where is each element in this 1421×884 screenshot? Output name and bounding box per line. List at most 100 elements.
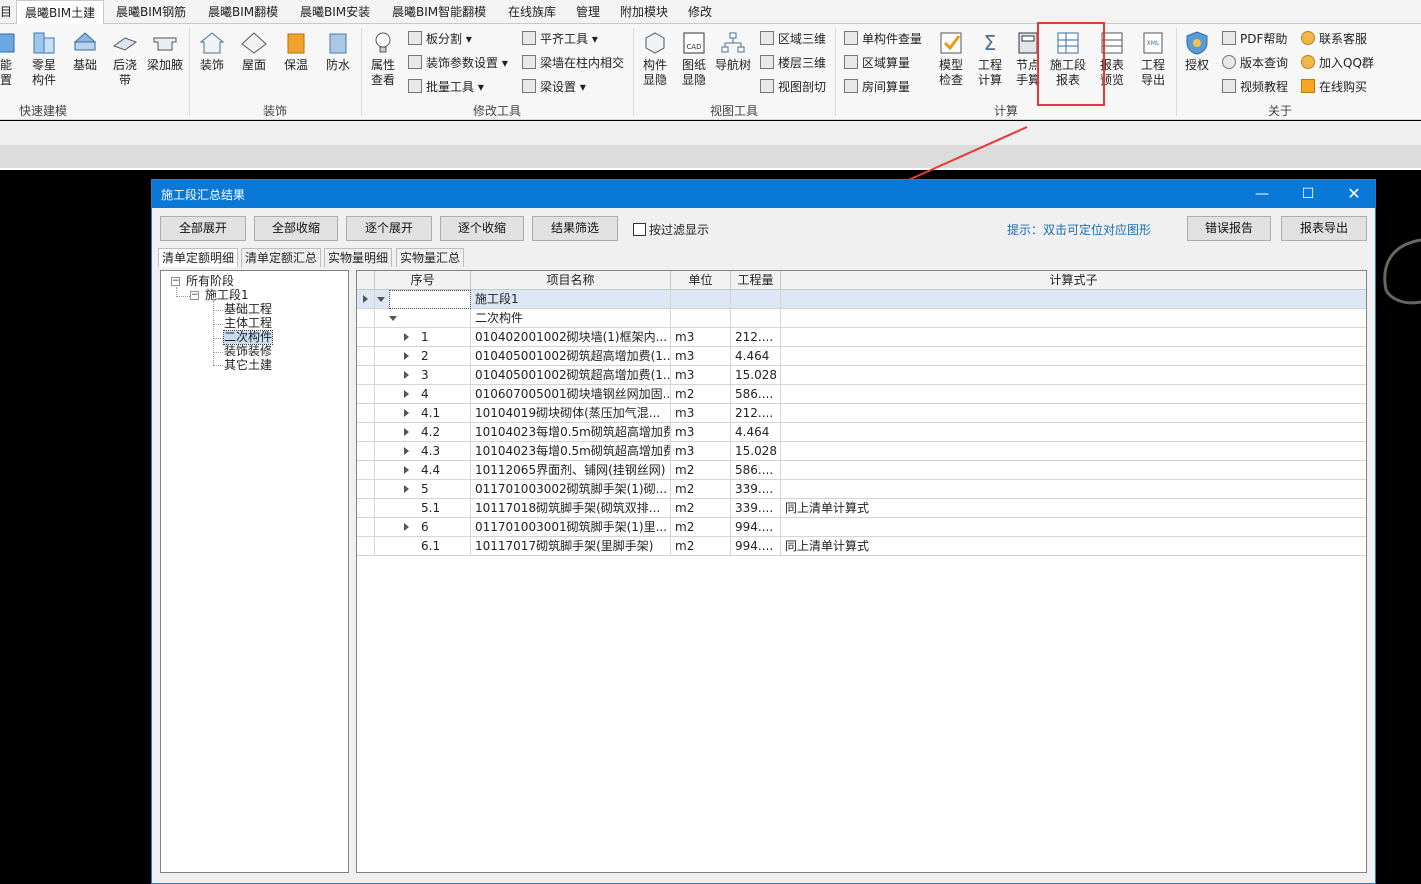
row-formula-cell[interactable] (781, 404, 1366, 423)
expand-caret-icon[interactable] (403, 328, 417, 347)
expand-caret-icon[interactable] (403, 366, 417, 385)
row-unit-cell[interactable]: m3 (671, 423, 731, 442)
row-unit-cell[interactable]: m2 (671, 480, 731, 499)
result-filter-button[interactable]: 结果筛选 (532, 216, 618, 241)
ribbon-tab-zuku[interactable]: 在线族库 (508, 0, 556, 24)
row-no-cell[interactable]: 2 (417, 347, 471, 366)
report-export-button[interactable]: 报表导出 (1281, 216, 1367, 241)
tree-node-root[interactable]: 所有阶段 (186, 275, 234, 288)
expand-caret-icon[interactable] (404, 371, 409, 379)
row-no-cell[interactable]: 3 (417, 366, 471, 385)
row-formula-cell[interactable] (781, 328, 1366, 347)
beam-haunch-button[interactable]: 梁加腋 (145, 30, 185, 73)
collapse-icon[interactable]: − (171, 277, 180, 286)
ribbon-tab-xiugai[interactable]: 修改 (688, 0, 712, 24)
expand-caret-icon[interactable] (404, 333, 409, 341)
beam-wall-intersect-button[interactable]: 梁墙在柱内相交 (522, 53, 624, 73)
table-row[interactable]: 1 010402001002砌块墙(1)框架内... m3 212.... (357, 328, 1366, 347)
row-unit-cell[interactable]: m3 (671, 366, 731, 385)
row-qty-cell[interactable]: 994.... (731, 518, 781, 537)
row-name-cell[interactable]: 010405001002砌筑超高增加费(1... (471, 347, 671, 366)
table-row[interactable]: 4.3 10104023每增0.5m砌筑超高增加费 m3 15.028 (357, 442, 1366, 461)
ribbon-tab-fujia[interactable]: 附加模块 (620, 0, 668, 24)
smart-layout-button[interactable]: 能 置 (0, 30, 26, 88)
collapse-all-button[interactable]: 全部收缩 (254, 216, 338, 241)
row-qty-cell[interactable]: 4.464 (731, 423, 781, 442)
nav-tree-button[interactable]: 导航树 (712, 30, 754, 73)
misc-component-button[interactable]: 零星 构件 (24, 30, 64, 88)
dialog-titlebar[interactable]: 施工段汇总结果 — ☐ ✕ (152, 180, 1375, 208)
expand-caret-icon[interactable] (404, 466, 409, 474)
col-header-qty[interactable]: 工程量 (731, 271, 781, 290)
buy-online-button[interactable]: 在线购买 (1301, 77, 1367, 97)
model-check-button[interactable]: 模型 检查 (931, 30, 971, 88)
row-no-cell[interactable]: 5 (417, 480, 471, 499)
insulation-button[interactable]: 保温 (276, 30, 316, 73)
project-calc-button[interactable]: Σ 工程 计算 (970, 30, 1010, 88)
collapse-caret-icon[interactable] (375, 290, 389, 309)
row-no-cell[interactable]: 4.1 (417, 404, 471, 423)
table-row[interactable]: 4.2 10104023每增0.5m砌筑超高增加费 m3 4.464 (357, 423, 1366, 442)
filter-display-checkbox[interactable]: 按过滤显示 (633, 222, 709, 238)
col-header-formula[interactable]: 计算式子 (781, 271, 1366, 290)
expand-caret-icon[interactable] (404, 428, 409, 436)
row-formula-cell[interactable]: 同上清单计算式 (781, 499, 1366, 518)
row-no-cell[interactable]: 1 (417, 328, 471, 347)
group-row[interactable]: 施工段1 (357, 290, 1366, 309)
room-calc-button[interactable]: 房间算量 (844, 77, 910, 97)
row-formula-cell[interactable] (781, 347, 1366, 366)
row-no-cell[interactable]: 6.1 (417, 537, 471, 556)
row-no-cell[interactable]: 6 (417, 518, 471, 537)
row-formula-cell[interactable] (781, 480, 1366, 499)
minimize-icon[interactable]: — (1239, 180, 1285, 208)
subgroup-name-cell[interactable]: 二次构件 (471, 309, 671, 328)
collapse-caret-icon[interactable] (389, 309, 403, 328)
version-query-button[interactable]: 版本查询 (1222, 53, 1288, 73)
collapse-one-button[interactable]: 逐个收缩 (440, 216, 524, 241)
ribbon-tab-guanli[interactable]: 管理 (576, 0, 600, 24)
row-qty-cell[interactable]: 339.... (731, 480, 781, 499)
group-no-cell[interactable] (389, 290, 471, 309)
row-name-cell[interactable]: 011701003001砌筑脚手架(1)里... (471, 518, 671, 537)
table-row[interactable]: 6.1 10117017砌筑脚手架(里脚手架) m2 994.... 同上清单计算式 (357, 537, 1366, 556)
slab-split-button[interactable]: 板分割 ▾ (408, 29, 472, 49)
table-row[interactable]: 5.1 10117018砌筑脚手架(砌筑双排... m2 339.... 同上清单计算式 (357, 499, 1366, 518)
row-formula-cell[interactable] (781, 461, 1366, 480)
tab-physical-detail[interactable]: 实物量明细 (324, 248, 393, 267)
expand-one-button[interactable]: 逐个展开 (346, 216, 432, 241)
tree-node-stage[interactable]: 施工段1 (205, 289, 249, 302)
row-formula-cell[interactable] (781, 423, 1366, 442)
close-icon[interactable]: ✕ (1331, 180, 1377, 208)
expand-caret-icon[interactable] (404, 447, 409, 455)
row-qty-cell[interactable]: 212.... (731, 404, 781, 423)
row-unit-cell[interactable]: m2 (671, 385, 731, 404)
floor-3d-button[interactable]: 楼层三维 (760, 53, 826, 73)
row-name-cell[interactable]: 010402001002砌块墙(1)框架内... (471, 328, 671, 347)
ribbon-tab-fanmo[interactable]: 晨曦BIM翻模 (208, 0, 278, 24)
ribbon-tab-anzhuang[interactable]: 晨曦BIM安装 (300, 0, 370, 24)
table-row[interactable]: 6 011701003001砌筑脚手架(1)里... m2 994.... (357, 518, 1366, 537)
tree-node-other[interactable]: 其它土建 (224, 359, 272, 372)
contact-support-button[interactable]: 联系客服 (1301, 29, 1367, 49)
expand-caret-icon[interactable] (404, 352, 409, 360)
row-name-cell[interactable]: 011701003002砌筑脚手架(1)砌... (471, 480, 671, 499)
table-row[interactable]: 4.1 10104019砌块砌体(蒸压加气混... m3 212.... (357, 404, 1366, 423)
expand-caret-icon[interactable] (403, 423, 417, 442)
row-unit-cell[interactable]: m2 (671, 518, 731, 537)
row-name-cell[interactable]: 10104023每增0.5m砌筑超高增加费 (471, 442, 671, 461)
checkbox-icon[interactable] (633, 223, 646, 236)
align-tool-button[interactable]: 平齐工具 ▾ (522, 29, 598, 49)
row-unit-cell[interactable]: m2 (671, 537, 731, 556)
expand-caret-icon[interactable] (403, 518, 417, 537)
component-visibility-button[interactable]: 构件 显隐 (635, 30, 675, 88)
row-no-cell[interactable]: 4.2 (417, 423, 471, 442)
row-unit-cell[interactable]: m3 (671, 404, 731, 423)
decor-param-button[interactable]: 装饰参数设置 ▾ (408, 53, 508, 73)
table-row[interactable]: 3 010405001002砌筑超高增加费(1... m3 15.028 (357, 366, 1366, 385)
row-unit-cell[interactable]: m3 (671, 328, 731, 347)
row-qty-cell[interactable]: 4.464 (731, 347, 781, 366)
tab-physical-summary[interactable]: 实物量汇总 (396, 248, 465, 267)
expand-caret-icon[interactable] (404, 390, 409, 398)
expand-all-button[interactable]: 全部展开 (160, 216, 246, 241)
ribbon-tab-zhineng[interactable]: 晨曦BIM智能翻模 (392, 0, 486, 24)
